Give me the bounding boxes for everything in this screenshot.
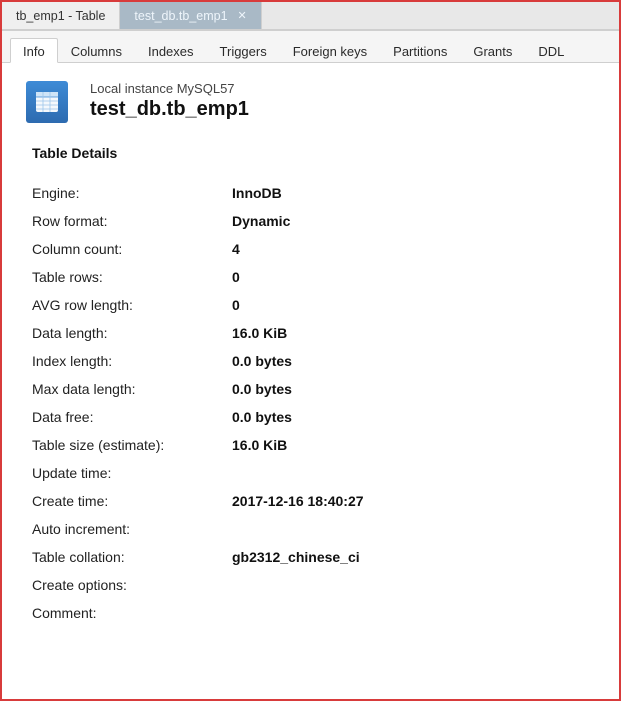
window-tab-primary[interactable]: tb_emp1 - Table — [2, 2, 120, 29]
table-icon — [26, 81, 68, 123]
detail-value: 0.0 bytes — [232, 409, 292, 425]
detail-value: 0.0 bytes — [232, 381, 292, 397]
detail-label: Table collation: — [32, 549, 232, 565]
detail-value: 16.0 KiB — [232, 325, 287, 341]
section-title: Table Details — [32, 145, 599, 161]
detail-value: 16.0 KiB — [232, 437, 287, 453]
detail-label: Row format: — [32, 213, 232, 229]
table-row: Create options: — [32, 571, 599, 599]
detail-value: 0 — [232, 269, 240, 285]
table-row: Index length:0.0 bytes — [32, 347, 599, 375]
tab-indexes[interactable]: Indexes — [135, 38, 207, 63]
table-row: Table collation:gb2312_chinese_ci — [32, 543, 599, 571]
tab-body: Local instance MySQL57 test_db.tb_emp1 T… — [2, 63, 619, 647]
detail-label: Data length: — [32, 325, 232, 341]
tab-foreign-keys[interactable]: Foreign keys — [280, 38, 380, 63]
detail-label: Create time: — [32, 493, 232, 509]
inner-tab-strip: Info Columns Indexes Triggers Foreign ke… — [2, 31, 619, 63]
window-tab-secondary[interactable]: test_db.tb_emp1 ✕ — [120, 2, 261, 29]
table-row: AVG row length:0 — [32, 291, 599, 319]
detail-label: Update time: — [32, 465, 232, 481]
window-tab-secondary-label: test_db.tb_emp1 — [134, 9, 227, 23]
tab-ddl-label: DDL — [538, 44, 564, 59]
detail-value: 4 — [232, 241, 240, 257]
table-row: Comment: — [32, 599, 599, 627]
tab-triggers-label: Triggers — [220, 44, 267, 59]
detail-label: Comment: — [32, 605, 232, 621]
detail-value: gb2312_chinese_ci — [232, 549, 360, 565]
tab-columns[interactable]: Columns — [58, 38, 135, 63]
details-list: Engine:InnoDB Row format:Dynamic Column … — [32, 179, 599, 627]
table-row: Create time:2017-12-16 18:40:27 — [32, 487, 599, 515]
tab-columns-label: Columns — [71, 44, 122, 59]
table-row: Row format:Dynamic — [32, 207, 599, 235]
tab-grants-label: Grants — [473, 44, 512, 59]
tab-partitions-label: Partitions — [393, 44, 447, 59]
tab-indexes-label: Indexes — [148, 44, 194, 59]
tab-info-label: Info — [23, 44, 45, 59]
tab-triggers[interactable]: Triggers — [207, 38, 280, 63]
detail-label: Max data length: — [32, 381, 232, 397]
content-panel: Info Columns Indexes Triggers Foreign ke… — [2, 30, 619, 699]
table-row: Table rows:0 — [32, 263, 599, 291]
app-frame: tb_emp1 - Table test_db.tb_emp1 ✕ Info C… — [0, 0, 621, 701]
table-row: Table size (estimate):16.0 KiB — [32, 431, 599, 459]
object-header-text: Local instance MySQL57 test_db.tb_emp1 — [90, 81, 249, 121]
table-row: Engine:InnoDB — [32, 179, 599, 207]
detail-value: 0 — [232, 297, 240, 313]
table-row: Auto increment: — [32, 515, 599, 543]
close-icon[interactable]: ✕ — [238, 9, 247, 22]
table-row: Update time: — [32, 459, 599, 487]
detail-value: 2017-12-16 18:40:27 — [232, 493, 364, 509]
tab-grants[interactable]: Grants — [460, 38, 525, 63]
detail-label: Table rows: — [32, 269, 232, 285]
detail-label: Auto increment: — [32, 521, 232, 537]
instance-name: Local instance MySQL57 — [90, 81, 249, 96]
tab-ddl[interactable]: DDL — [525, 38, 577, 63]
detail-label: Engine: — [32, 185, 232, 201]
detail-value: Dynamic — [232, 213, 290, 229]
table-row: Data length:16.0 KiB — [32, 319, 599, 347]
detail-label: Create options: — [32, 577, 232, 593]
detail-value: 0.0 bytes — [232, 353, 292, 369]
detail-label: Index length: — [32, 353, 232, 369]
tab-info[interactable]: Info — [10, 38, 58, 63]
tab-partitions[interactable]: Partitions — [380, 38, 460, 63]
detail-label: Table size (estimate): — [32, 437, 232, 453]
table-row: Column count:4 — [32, 235, 599, 263]
window-tab-strip: tb_emp1 - Table test_db.tb_emp1 ✕ — [2, 2, 619, 30]
detail-label: Data free: — [32, 409, 232, 425]
detail-label: Column count: — [32, 241, 232, 257]
table-row: Max data length:0.0 bytes — [32, 375, 599, 403]
detail-label: AVG row length: — [32, 297, 232, 313]
object-name: test_db.tb_emp1 — [90, 98, 249, 121]
window-tab-primary-label: tb_emp1 - Table — [16, 9, 105, 23]
detail-value: InnoDB — [232, 185, 282, 201]
tab-foreign-keys-label: Foreign keys — [293, 44, 367, 59]
object-header: Local instance MySQL57 test_db.tb_emp1 — [26, 81, 599, 123]
table-row: Data free:0.0 bytes — [32, 403, 599, 431]
